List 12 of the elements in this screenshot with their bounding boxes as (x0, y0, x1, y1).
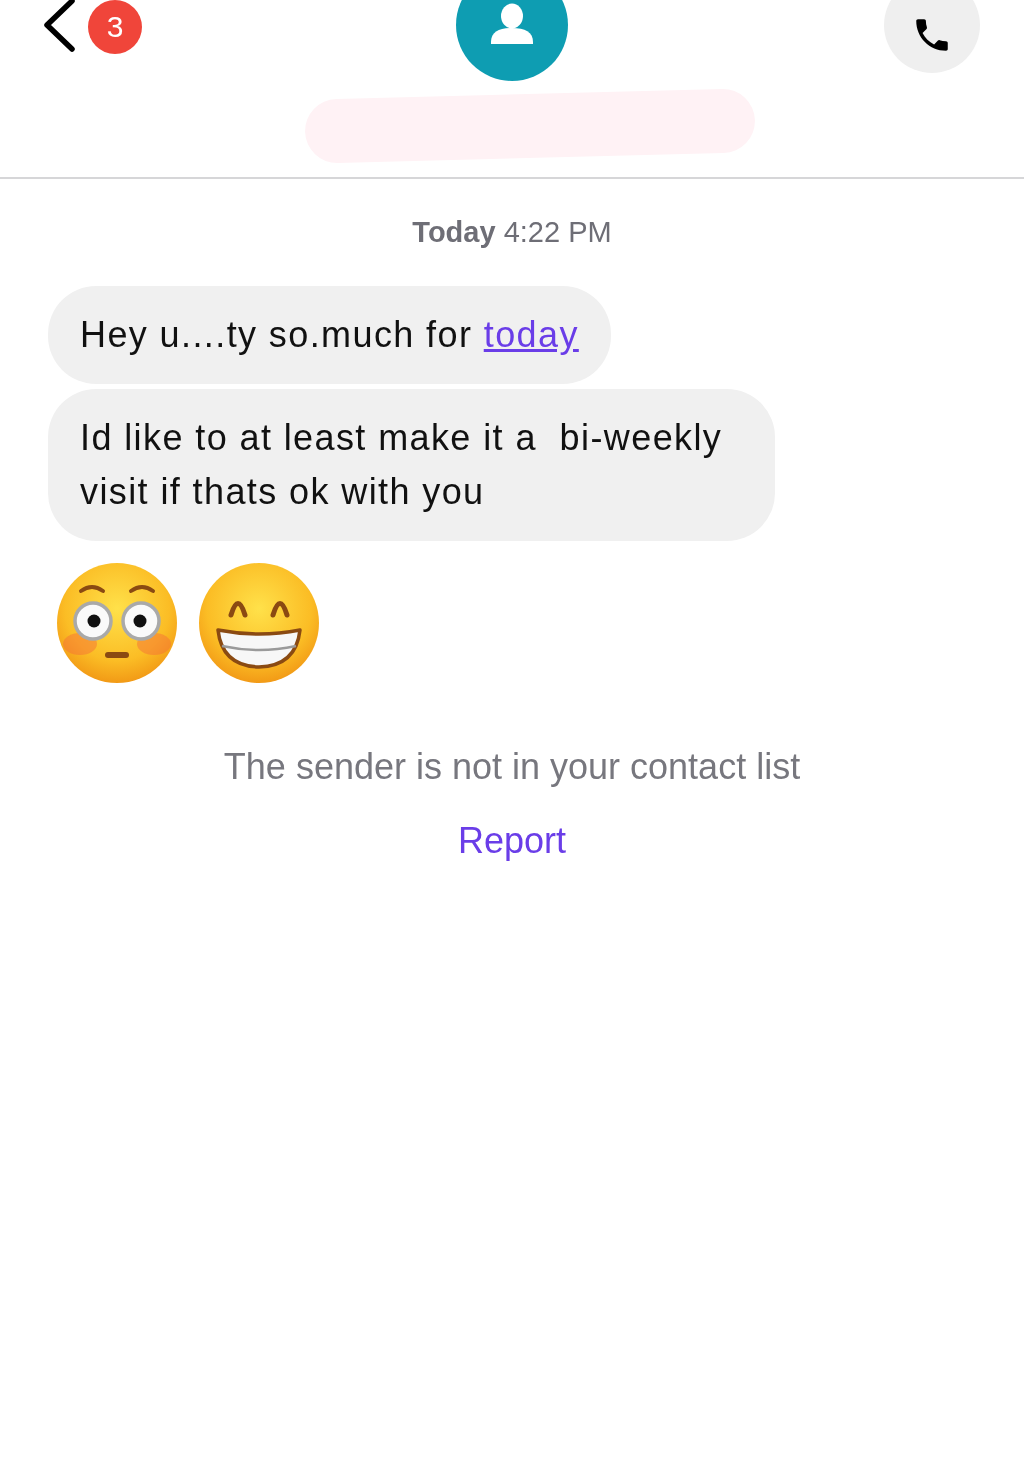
message-timestamp: Today 4:22 PM (412, 215, 612, 249)
report-link[interactable]: Report (457, 820, 567, 862)
message-link[interactable]: today (483, 314, 579, 355)
message-text: Id like to at least make it a bi-weekly visit if thats ok with you (80, 416, 724, 514)
sender-notice: The sender is not in your contact list (223, 746, 801, 788)
back-button[interactable] (42, 0, 76, 52)
flushed-face-icon (56, 562, 178, 684)
call-button[interactable] (884, 0, 980, 73)
message-text: Hey u....ty so.much for today (80, 313, 579, 357)
beaming-face-icon (198, 562, 320, 684)
unread-count-badge: 3 (88, 0, 142, 54)
back-chevron-icon (42, 0, 76, 52)
